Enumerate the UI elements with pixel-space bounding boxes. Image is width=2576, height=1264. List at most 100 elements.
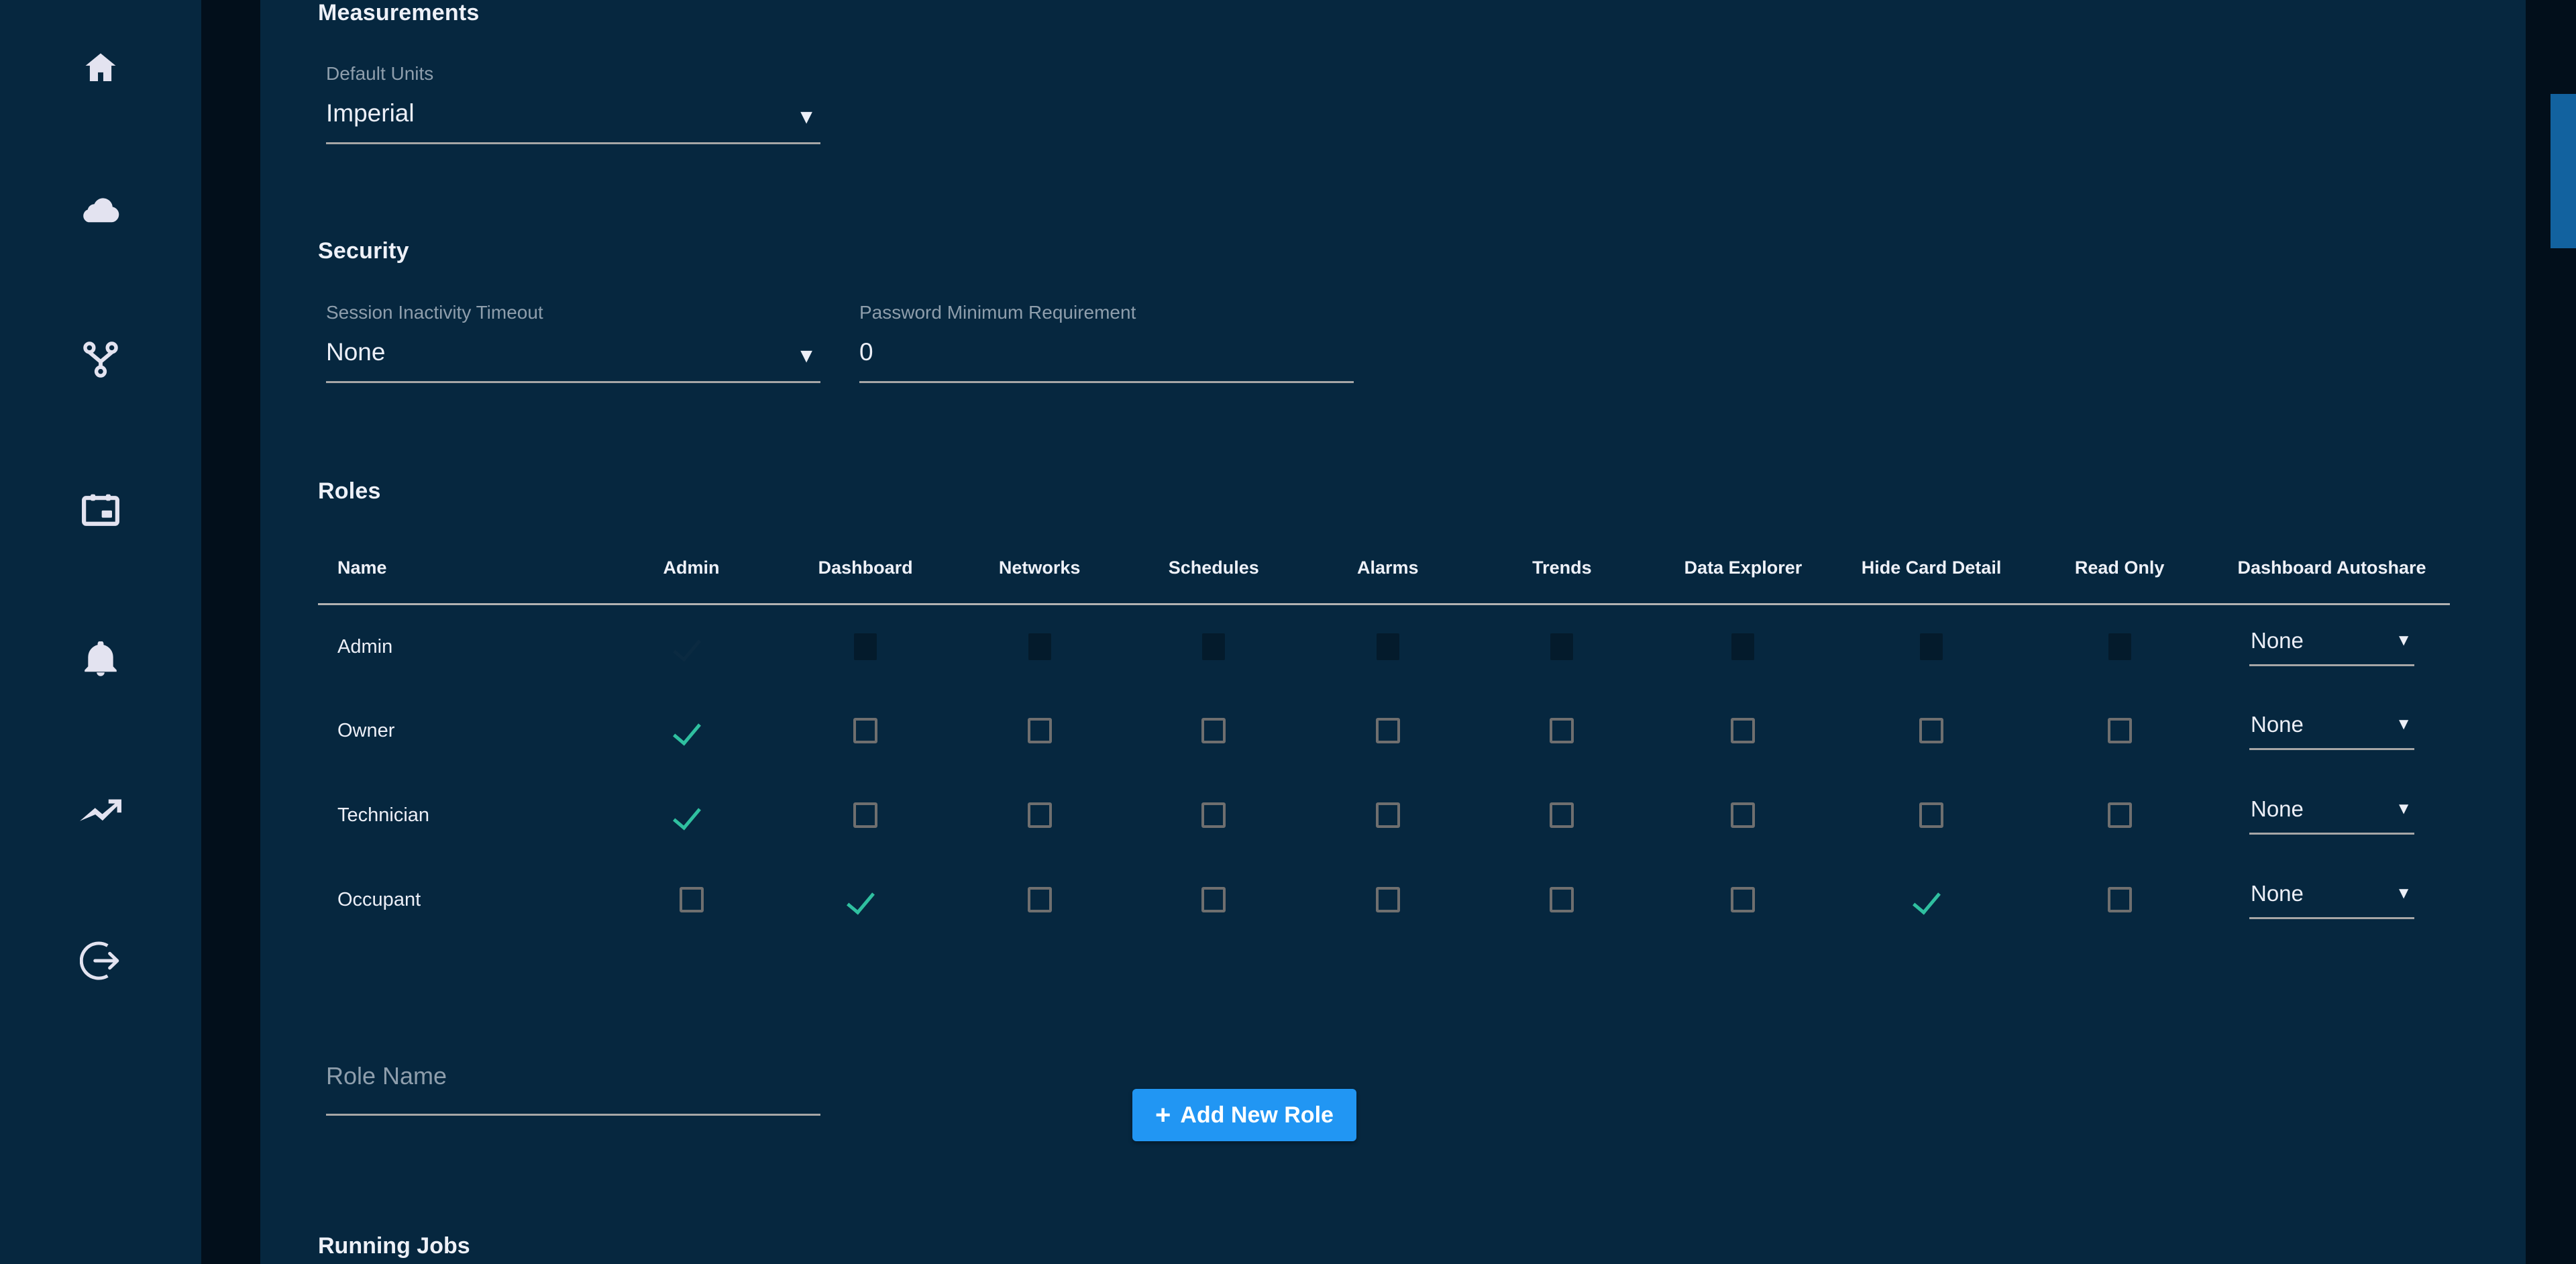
roles-table-header-row: Name Admin Dashboard Networks Schedules … — [318, 537, 2450, 605]
security-section-title: Security — [318, 238, 409, 264]
password-minimum-group: Password Minimum Requirement 0 — [859, 302, 1354, 383]
checkbox-trends[interactable] — [1550, 718, 1574, 744]
sidebar-content-divider — [201, 0, 260, 1264]
checkmark-icon-admin[interactable] — [676, 715, 707, 746]
password-minimum-underline — [859, 381, 1354, 383]
running-jobs-section-title: Running Jobs — [318, 1233, 470, 1259]
checkbox-hide-card-detail[interactable] — [1919, 802, 1944, 829]
checkbox-read-only[interactable] — [2107, 718, 2132, 744]
checkbox-schedules[interactable] — [1201, 718, 1226, 744]
permission-cell-dashboard — [778, 857, 953, 942]
password-minimum-label: Password Minimum Requirement — [859, 302, 1136, 323]
dashboard-autoshare-select[interactable]: None ▼ — [2249, 881, 2414, 906]
dashboard-autoshare-cell: None ▼ — [2214, 857, 2450, 942]
sidebar-item-schedules[interactable] — [0, 435, 201, 585]
dashboard-autoshare-underline — [2249, 664, 2414, 666]
checkbox-data-explorer[interactable] — [1731, 887, 1756, 913]
checkbox-read-only[interactable] — [2107, 887, 2132, 913]
column-header-schedules: Schedules — [1126, 537, 1301, 605]
checkbox-dashboard — [854, 633, 877, 661]
checkbox-alarms — [1376, 633, 1399, 661]
checkbox-read-only[interactable] — [2107, 802, 2132, 829]
role-name-cell: Owner — [337, 719, 395, 741]
sidebar-item-logout[interactable] — [0, 886, 201, 1036]
sidebar-item-trends[interactable] — [0, 735, 201, 886]
column-header-networks: Networks — [952, 537, 1127, 605]
chevron-down-icon: ▼ — [2396, 884, 2412, 902]
logout-icon — [80, 941, 121, 980]
checkbox-dashboard[interactable] — [853, 802, 878, 829]
column-header-dashboard: Dashboard — [778, 537, 953, 605]
add-new-role-button[interactable]: + Add New Role — [1132, 1089, 1356, 1141]
vertical-scrollbar[interactable] — [2546, 0, 2576, 1264]
dashboard-autoshare-select[interactable]: None ▼ — [2249, 796, 2414, 822]
checkbox-schedules[interactable] — [1201, 887, 1226, 913]
settings-content: Measurements Default Units Imperial ▼ Se… — [260, 0, 2526, 1264]
checkbox-admin[interactable] — [679, 887, 704, 913]
default-units-select[interactable]: Imperial ▼ — [326, 99, 820, 127]
scrollbar-thumb[interactable] — [2551, 94, 2576, 248]
permission-cell-schedules — [1126, 688, 1301, 773]
column-header-hide-card-detail: Hide Card Detail — [1837, 537, 2026, 605]
checkbox-hide-card-detail[interactable] — [1919, 718, 1944, 744]
table-row: Technician None ▼ — [318, 773, 2450, 857]
settings-page: Measurements Default Units Imperial ▼ Se… — [0, 0, 2576, 1264]
checkbox-schedules[interactable] — [1201, 802, 1226, 829]
checkmark-icon-admin[interactable] — [676, 800, 707, 831]
content-right-edge — [2526, 0, 2546, 1264]
permission-cell-schedules — [1126, 773, 1301, 857]
permission-cell-dashboard — [778, 688, 953, 773]
permission-cell-data-explorer — [1649, 688, 1837, 773]
dashboard-autoshare-select[interactable]: None ▼ — [2249, 628, 2414, 653]
checkbox-networks — [1028, 633, 1051, 661]
checkbox-networks[interactable] — [1027, 718, 1052, 744]
sidebar-item-alarms[interactable] — [0, 585, 201, 735]
role-name-cell: Admin — [337, 635, 393, 657]
trending-up-icon — [80, 798, 121, 823]
role-name-underline — [326, 1114, 820, 1116]
column-header-alarms: Alarms — [1301, 537, 1475, 605]
checkbox-dashboard[interactable] — [853, 718, 878, 744]
permission-cell-networks — [953, 773, 1127, 857]
default-units-group: Default Units Imperial ▼ — [326, 63, 820, 144]
left-sidebar — [0, 0, 201, 1264]
checkbox-networks[interactable] — [1027, 887, 1052, 913]
permission-cell-networks — [953, 688, 1127, 773]
permission-cell-alarms — [1301, 688, 1475, 773]
role-name-cell: Technician — [337, 804, 430, 826]
checkbox-networks[interactable] — [1027, 802, 1052, 829]
permission-cell-admin — [604, 688, 779, 773]
home-icon — [82, 48, 119, 86]
role-name-input[interactable]: Role Name — [326, 1062, 820, 1090]
permission-cell-schedules — [1126, 604, 1301, 688]
sidebar-item-cloud[interactable] — [0, 134, 201, 284]
checkbox-trends[interactable] — [1550, 802, 1574, 829]
permission-cell-trends — [1475, 604, 1650, 688]
dashboard-autoshare-underline — [2249, 916, 2414, 919]
session-timeout-select[interactable]: None ▼ — [326, 338, 820, 366]
calendar-icon — [81, 493, 120, 527]
permission-cell-read-only — [2025, 604, 2214, 688]
permission-cell-trends — [1475, 773, 1650, 857]
session-timeout-underline — [326, 381, 820, 383]
sidebar-item-home[interactable] — [0, 0, 201, 134]
cloud-icon — [80, 195, 121, 224]
password-minimum-input[interactable]: 0 — [859, 338, 1354, 366]
checkbox-data-explorer[interactable] — [1731, 802, 1756, 829]
dashboard-autoshare-select[interactable]: None ▼ — [2249, 712, 2414, 737]
sidebar-item-networks[interactable] — [0, 284, 201, 435]
checkbox-data-explorer[interactable] — [1731, 718, 1756, 744]
permission-cell-admin — [604, 857, 779, 942]
checkbox-alarms[interactable] — [1375, 887, 1400, 913]
network-topology-icon — [82, 341, 119, 378]
checkmark-icon-admin — [676, 631, 707, 662]
checkmark-icon-hide-card-detail[interactable] — [1916, 884, 1947, 915]
permission-cell-data-explorer — [1649, 857, 1837, 942]
permission-cell-hide-card-detail — [1837, 688, 2026, 773]
checkbox-alarms[interactable] — [1375, 802, 1400, 829]
checkbox-trends[interactable] — [1550, 887, 1574, 913]
column-header-data-explorer: Data Explorer — [1649, 537, 1837, 605]
checkbox-alarms[interactable] — [1375, 718, 1400, 744]
password-minimum-value: 0 — [859, 338, 873, 366]
checkmark-icon-dashboard[interactable] — [850, 884, 881, 915]
